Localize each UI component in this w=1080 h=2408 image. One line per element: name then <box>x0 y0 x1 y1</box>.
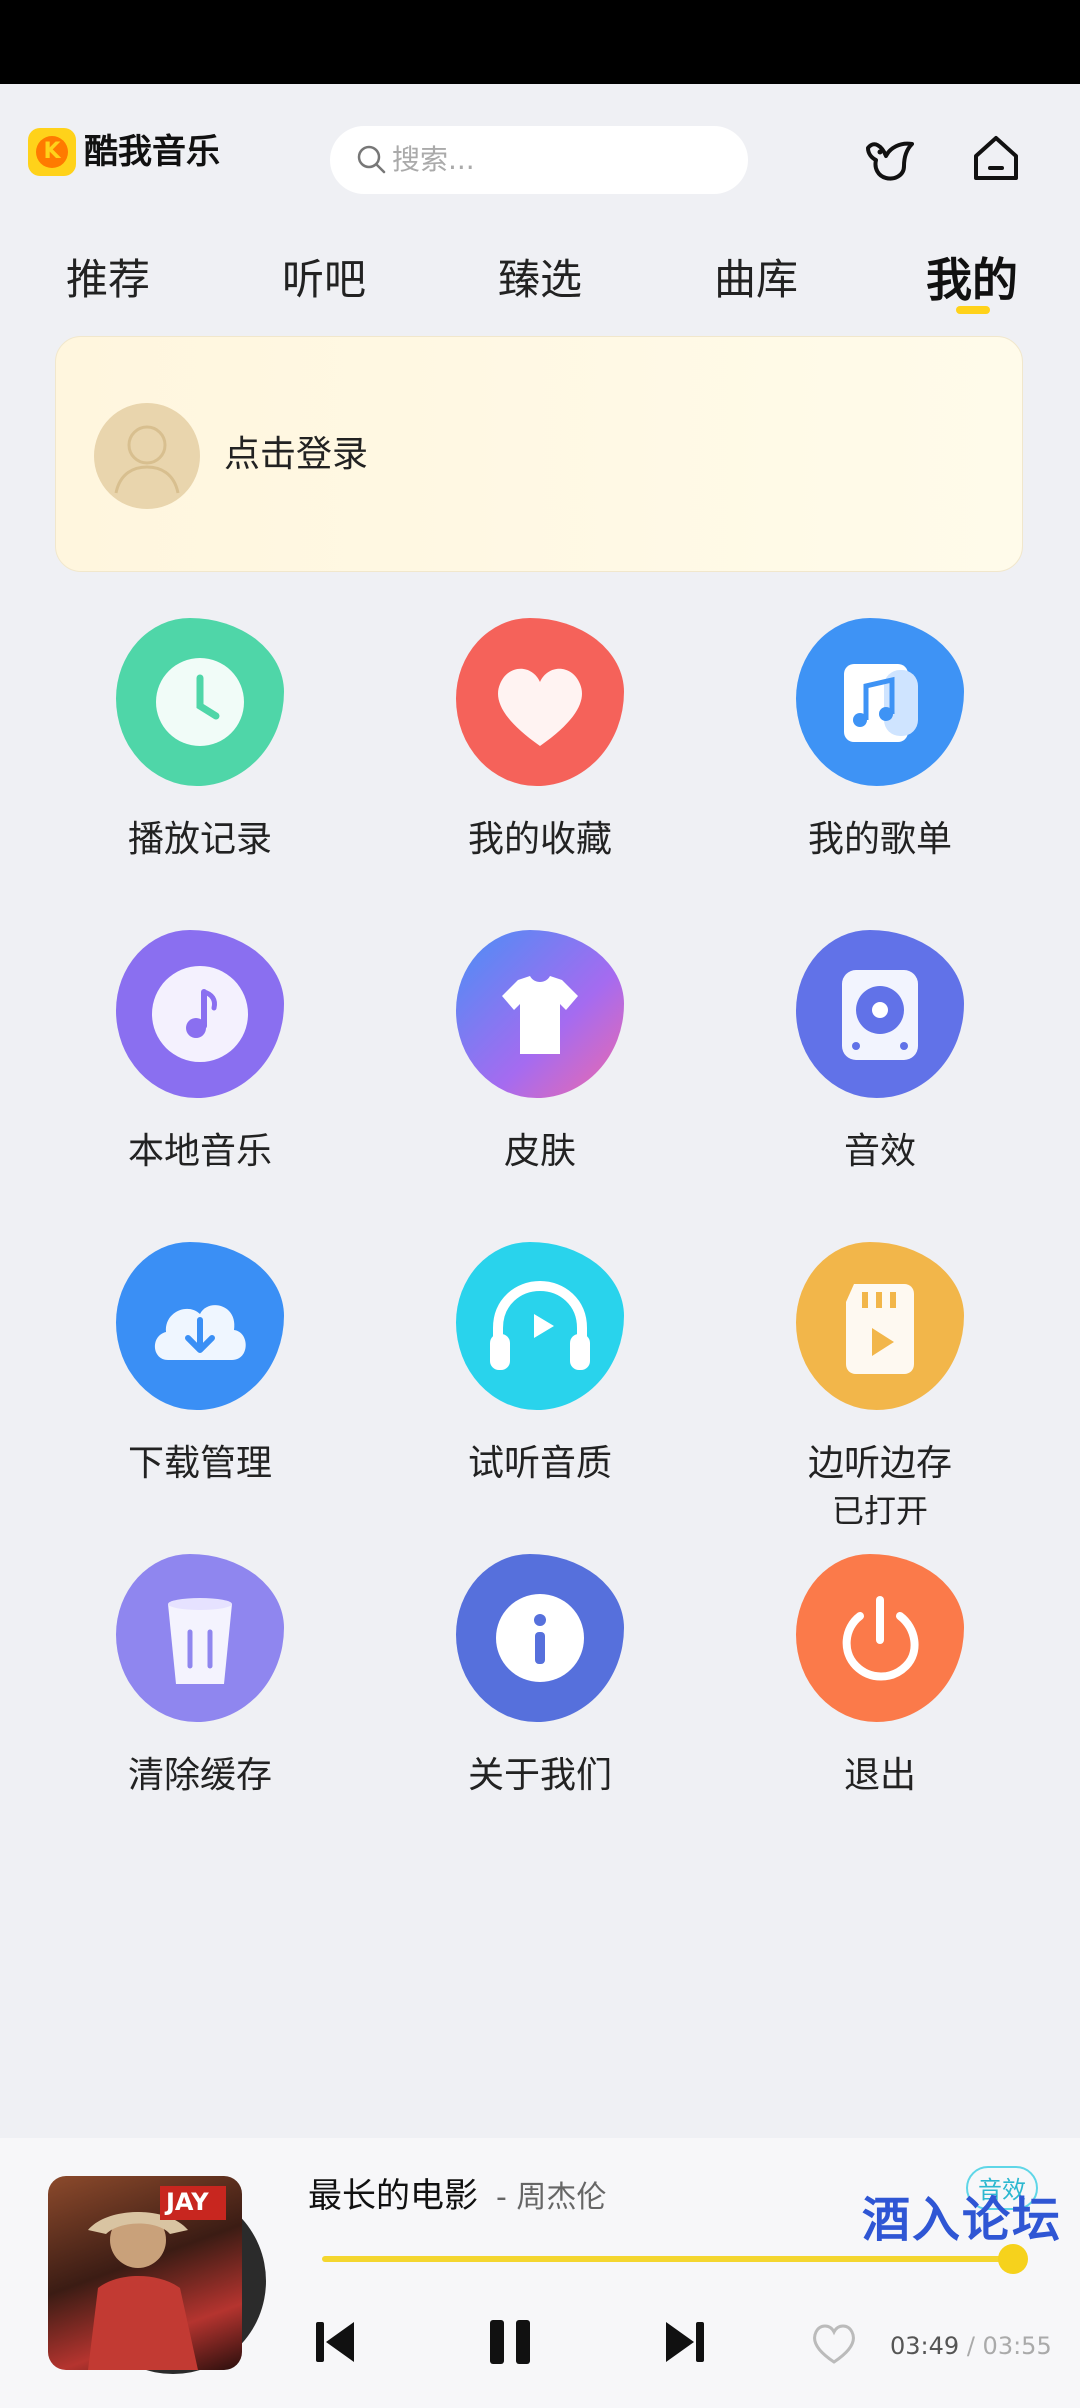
previous-icon[interactable] <box>312 2316 360 2368</box>
skin-label: 皮肤 <box>503 1131 576 1172</box>
next-icon[interactable] <box>660 2316 708 2368</box>
tab-mine[interactable]: 我的 <box>912 248 1032 312</box>
app-logo: K <box>28 128 76 176</box>
tab-tingba[interactable]: 听吧 <box>264 248 384 312</box>
playlists-label: 我的歌单 <box>807 819 952 860</box>
history-label: 播放记录 <box>127 819 272 860</box>
logo-letter: K <box>36 136 68 168</box>
cloud-download-icon <box>116 1242 284 1410</box>
trash-icon <box>116 1554 284 1722</box>
sd-card-icon <box>796 1242 964 1410</box>
time-separator: / <box>966 2332 975 2360</box>
tab-zhenxuan[interactable]: 臻选 <box>480 248 600 312</box>
download-manager-button[interactable]: 下载管理 <box>26 1242 326 1542</box>
info-icon <box>456 1554 624 1722</box>
login-card[interactable]: 点击登录 <box>55 336 1023 572</box>
search-icon <box>357 145 386 174</box>
play-time: 03:49 / 03:55 <box>890 2332 1052 2360</box>
audio-quality-button[interactable]: 试听音质 <box>366 1242 666 1542</box>
cache-while-playing-label: 边听边存 <box>807 1443 952 1484</box>
heart-icon <box>456 618 624 786</box>
sound-effect-label: 音效 <box>843 1131 916 1172</box>
logout-label: 退出 <box>843 1755 916 1796</box>
tab-library[interactable]: 曲库 <box>696 248 816 312</box>
total-time: 03:55 <box>982 2332 1052 2360</box>
clock-icon <box>116 618 284 786</box>
favorites-label: 我的收藏 <box>467 819 612 860</box>
app-name: 酷我音乐 <box>84 132 220 172</box>
mini-player: JAY 最长的电影 - 周杰伦 音效 03:49 / 03:55 <box>0 2138 1080 2408</box>
history-button[interactable]: 播放记录 <box>26 618 326 918</box>
logout-button[interactable]: 退出 <box>706 1554 1006 1854</box>
song-title: 最长的电影 <box>308 2176 478 2216</box>
about-us-label: 关于我们 <box>467 1755 612 1796</box>
tshirt-icon <box>456 930 624 1098</box>
cache-status-label: 已打开 <box>831 1492 928 1530</box>
status-bar <box>0 0 1080 84</box>
clear-cache-label: 清除缓存 <box>127 1755 272 1796</box>
cache-while-playing-button[interactable]: 边听边存 已打开 <box>706 1242 1006 1542</box>
progress-bar[interactable] <box>322 2256 1014 2262</box>
speaker-icon <box>796 930 964 1098</box>
like-icon[interactable] <box>808 2320 860 2368</box>
clear-cache-button[interactable]: 清除缓存 <box>26 1554 326 1854</box>
album-cover[interactable]: JAY <box>48 2176 242 2370</box>
home-icon[interactable] <box>966 128 1026 188</box>
current-time: 03:49 <box>890 2332 960 2360</box>
top-tabs: 推荐 听吧 臻选 曲库 我的 <box>0 248 1080 318</box>
audio-quality-label: 试听音质 <box>467 1443 612 1484</box>
local-music-button[interactable]: 本地音乐 <box>26 930 326 1230</box>
skin-button[interactable]: 皮肤 <box>366 930 666 1230</box>
watermark: 酒入论坛 <box>862 2192 1063 2248</box>
pause-icon[interactable] <box>486 2316 534 2368</box>
cover-text: JAY <box>166 2188 209 2216</box>
tab-recommend[interactable]: 推荐 <box>48 248 168 312</box>
song-artist: - 周杰伦 <box>496 2180 607 2215</box>
user-icon <box>114 425 180 494</box>
about-us-button[interactable]: 关于我们 <box>366 1554 666 1854</box>
local-music-label: 本地音乐 <box>127 1131 272 1172</box>
headphones-icon <box>456 1242 624 1410</box>
playlists-button[interactable]: 我的歌单 <box>706 618 1006 918</box>
header: K 酷我音乐 搜索... <box>0 118 1080 204</box>
download-manager-label: 下载管理 <box>127 1443 272 1484</box>
bird-icon[interactable] <box>860 128 920 188</box>
music-note-icon <box>796 618 964 786</box>
search-placeholder: 搜索... <box>392 143 475 176</box>
sound-effect-button[interactable]: 音效 <box>706 930 1006 1230</box>
favorites-button[interactable]: 我的收藏 <box>366 618 666 918</box>
avatar <box>94 403 200 509</box>
power-icon <box>796 1554 964 1722</box>
tab-indicator <box>956 306 990 314</box>
music-disc-icon <box>116 930 284 1098</box>
search-input[interactable]: 搜索... <box>330 126 748 194</box>
login-label: 点击登录 <box>224 434 369 475</box>
